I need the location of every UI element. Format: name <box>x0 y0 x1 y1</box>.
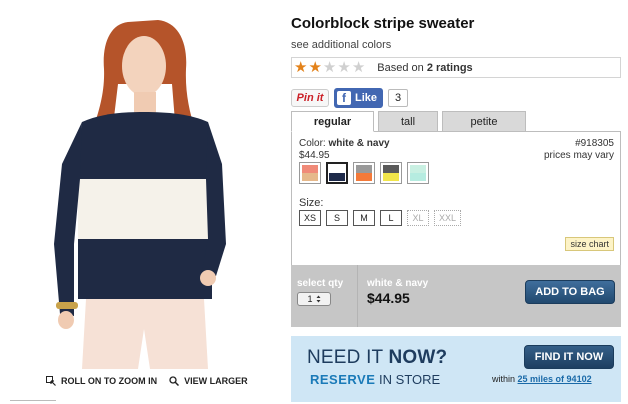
magnifier-icon <box>169 376 180 386</box>
star-icon: ★ <box>337 59 351 76</box>
zoom-control[interactable]: ROLL ON TO ZOOM IN <box>46 376 157 386</box>
updown-arrows-icon <box>316 295 320 303</box>
see-additional-colors-link[interactable]: see additional colors <box>291 39 391 51</box>
zoom-label: ROLL ON TO ZOOM IN <box>61 376 158 386</box>
need-it-now-heading: NEED IT NOW? <box>307 347 447 369</box>
fit-tabs: regular tall petite <box>291 111 530 132</box>
star-icon: ★ <box>322 59 337 76</box>
rating-summary: Based on 2 ratings <box>377 62 472 74</box>
star-icon: ★ <box>294 59 308 76</box>
rating-stars[interactable]: ★ ★ ★ ★ ★ <box>294 60 365 75</box>
bag-price: $44.95 <box>367 290 410 306</box>
add-to-bag-button[interactable]: ADD TO BAG <box>525 280 615 304</box>
color-swatch[interactable] <box>407 162 429 184</box>
price-note: prices may vary <box>543 150 614 161</box>
like-label: Like <box>355 92 378 104</box>
reserve-bold: RESERVE <box>310 372 376 387</box>
sku-number: #918305 <box>575 138 614 149</box>
size-chart-link[interactable]: size chart <box>565 237 614 251</box>
qty-label: select qty <box>297 278 344 289</box>
size-option-xxl: XXL <box>434 210 462 226</box>
facebook-like-button[interactable]: f Like <box>334 88 384 108</box>
model-left-arm <box>54 122 82 316</box>
add-to-bag-bar: select qty 1 white & navy $44.95 ADD TO … <box>291 265 621 327</box>
tab-tall[interactable]: tall <box>378 111 438 132</box>
store-location-link[interactable]: 25 miles of 94102 <box>518 374 592 384</box>
bag-color-name: white & navy <box>367 278 429 289</box>
reserve-in-store-text: RESERVE IN STORE <box>310 372 440 387</box>
size-option-m[interactable]: M <box>353 210 376 226</box>
quantity-select[interactable]: 1 <box>297 292 331 306</box>
selected-color: Color: white & navy <box>299 138 390 149</box>
tab-petite[interactable]: petite <box>442 111 526 132</box>
color-label: Color: <box>299 138 326 149</box>
base-price: $44.95 <box>299 150 330 161</box>
color-swatch[interactable] <box>299 162 321 184</box>
ratings-bar: ★ ★ ★ ★ ★ Based on 2 ratings <box>291 57 621 78</box>
star-icon: ★ <box>351 59 366 76</box>
color-swatch[interactable] <box>353 162 375 184</box>
options-panel: Color: white & navy $44.95 #918305 price… <box>291 131 621 266</box>
color-swatch[interactable] <box>326 162 348 184</box>
view-larger-link[interactable]: VIEW LARGER <box>169 376 248 386</box>
sweater-top <box>78 112 212 179</box>
star-icon: ★ <box>308 59 322 76</box>
product-photo[interactable] <box>40 14 245 369</box>
image-tools: ROLL ON TO ZOOM IN VIEW LARGER <box>46 376 248 386</box>
find-it-now-button[interactable]: FIND IT NOW <box>524 345 614 369</box>
tab-regular[interactable]: regular <box>291 111 374 132</box>
size-option-l[interactable]: L <box>380 210 403 226</box>
within-text: within <box>492 374 516 384</box>
reserve-in-store-banner: NEED IT NOW? RESERVE IN STORE FIND IT NO… <box>291 336 621 402</box>
sweater-stripe <box>78 179 212 239</box>
divider <box>357 265 358 327</box>
rating-prefix: Based on <box>377 61 424 74</box>
color-swatch[interactable] <box>380 162 402 184</box>
sku-info: #918305 prices may vary <box>544 138 614 162</box>
model-face <box>122 36 166 96</box>
size-option-xl: XL <box>407 210 430 226</box>
size-options: XS S M L XL XXL <box>299 210 462 226</box>
need-bold: NOW? <box>388 347 448 368</box>
view-larger-label: VIEW LARGER <box>184 376 248 386</box>
color-value: white & navy <box>328 138 390 149</box>
color-swatches <box>299 162 429 184</box>
model-pants <box>82 299 208 369</box>
need-prefix: NEED IT <box>307 347 384 368</box>
pinit-label: Pin it <box>296 92 324 104</box>
divider <box>10 400 56 401</box>
zoom-cursor-icon <box>46 376 56 386</box>
like-count: 3 <box>388 89 409 107</box>
product-title: Colorblock stripe sweater <box>291 15 475 32</box>
size-option-s[interactable]: S <box>326 210 349 226</box>
sweater-bottom <box>78 239 212 299</box>
size-option-xs[interactable]: XS <box>299 210 322 226</box>
social-buttons: Pin it f Like 3 <box>291 88 409 108</box>
size-label: Size: <box>299 197 324 209</box>
reserve-rest: IN STORE <box>379 372 441 387</box>
store-radius: within 25 miles of 94102 <box>492 374 592 384</box>
facebook-icon: f <box>337 91 351 105</box>
rating-count-link[interactable]: 2 ratings <box>427 62 473 74</box>
qty-value: 1 <box>307 294 313 304</box>
pinit-button[interactable]: Pin it <box>291 89 329 107</box>
